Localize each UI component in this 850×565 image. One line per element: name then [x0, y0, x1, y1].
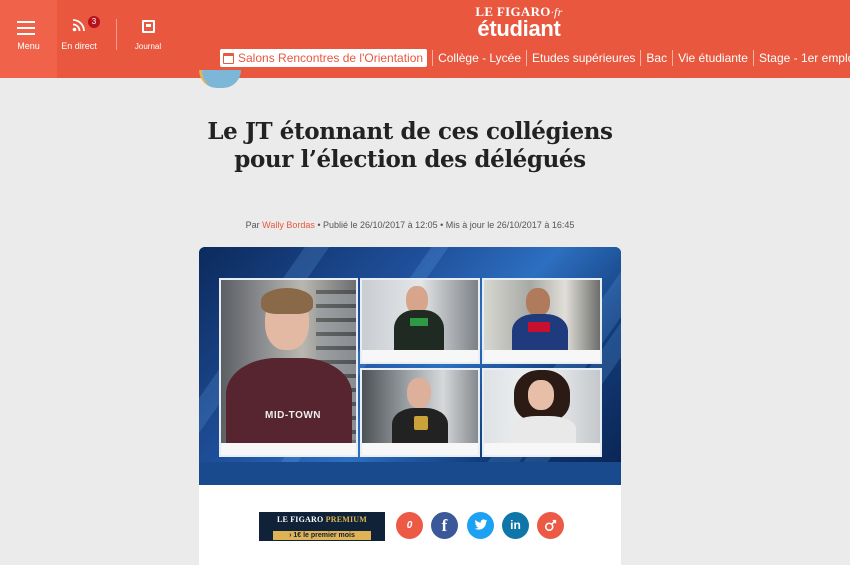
- nav-separator: [752, 50, 754, 66]
- byline-prefix: Par: [245, 220, 260, 230]
- share-more-icon[interactable]: [537, 512, 564, 539]
- nav-item-stage[interactable]: Stage - 1er emploi: [759, 51, 850, 65]
- premium-brand: LE FIGARO: [276, 515, 324, 524]
- menu-button[interactable]: Menu: [0, 0, 57, 78]
- video-tile-student-4: [360, 368, 480, 457]
- journal-button[interactable]: Journal: [128, 20, 168, 51]
- premium-offer-button[interactable]: › 1€ le premier mois: [273, 531, 371, 540]
- video-tile-student-5: [482, 368, 602, 457]
- facebook-share-icon[interactable]: f: [431, 512, 458, 539]
- menu-label: Menu: [17, 41, 40, 51]
- nav-separator: [640, 50, 642, 66]
- top-header: Menu 3 En direct Journal LE FIGARO·fr ét…: [0, 0, 850, 78]
- hamburger-icon: [17, 21, 35, 39]
- live-label: En direct: [61, 41, 97, 51]
- nav-item-vie-etudiante[interactable]: Vie étudiante: [678, 51, 748, 65]
- live-count-badge: 3: [88, 16, 100, 28]
- video-tile-student-2: [360, 278, 480, 364]
- rss-icon: [72, 19, 85, 32]
- article-body: LE FIGARO PREMIUM › 1€ le premier mois 0…: [199, 485, 621, 565]
- nav-item-salons-label: Salons Rencontres de l'Orientation: [238, 51, 424, 65]
- main-nav: Salons Rencontres de l'Orientation Collè…: [220, 48, 850, 68]
- premium-offer-banner[interactable]: LE FIGARO PREMIUM › 1€ le premier mois: [259, 512, 385, 541]
- nav-separator: [672, 50, 674, 66]
- nav-item-etudes-superieures[interactable]: Etudes supérieures: [532, 51, 635, 65]
- nav-item-bac[interactable]: Bac: [646, 51, 667, 65]
- premium-word: PREMIUM: [325, 515, 368, 524]
- nav-separator: [526, 50, 527, 66]
- author-avatar: [199, 70, 241, 88]
- article-title: Le JT étonnant de ces collégiens pour l’…: [207, 118, 613, 173]
- live-button[interactable]: 3 En direct: [61, 16, 100, 51]
- publish-dates: • Publié le 26/10/2017 à 12:05 • Mis à j…: [314, 220, 575, 230]
- nav-item-salons[interactable]: Salons Rencontres de l'Orientation: [220, 49, 428, 67]
- nav-separator: [432, 50, 434, 66]
- article-byline: Par Wally Bordas • Publié le 26/10/2017 …: [200, 220, 620, 230]
- video-tile-student-3: [482, 278, 602, 364]
- logo-etudiant: étudiant: [477, 16, 561, 41]
- newspaper-icon: [141, 20, 155, 33]
- video-tile-presenter: MID-TOWN: [219, 278, 358, 457]
- nav-item-college-lycee[interactable]: Collège - Lycée: [438, 51, 521, 65]
- comment-count-button[interactable]: 0: [396, 512, 423, 539]
- sweatshirt-text: MID-TOWN: [265, 410, 322, 421]
- article-video[interactable]: MID-TOWN: [199, 247, 621, 485]
- twitter-share-icon[interactable]: [467, 512, 494, 539]
- header-divider: [116, 19, 117, 50]
- calendar-icon: [223, 52, 234, 64]
- journal-label: Journal: [134, 42, 162, 51]
- linkedin-share-icon[interactable]: in: [502, 512, 529, 539]
- site-logo[interactable]: LE FIGARO·fr étudiant: [458, 4, 580, 41]
- author-link[interactable]: Wally Bordas: [262, 220, 315, 230]
